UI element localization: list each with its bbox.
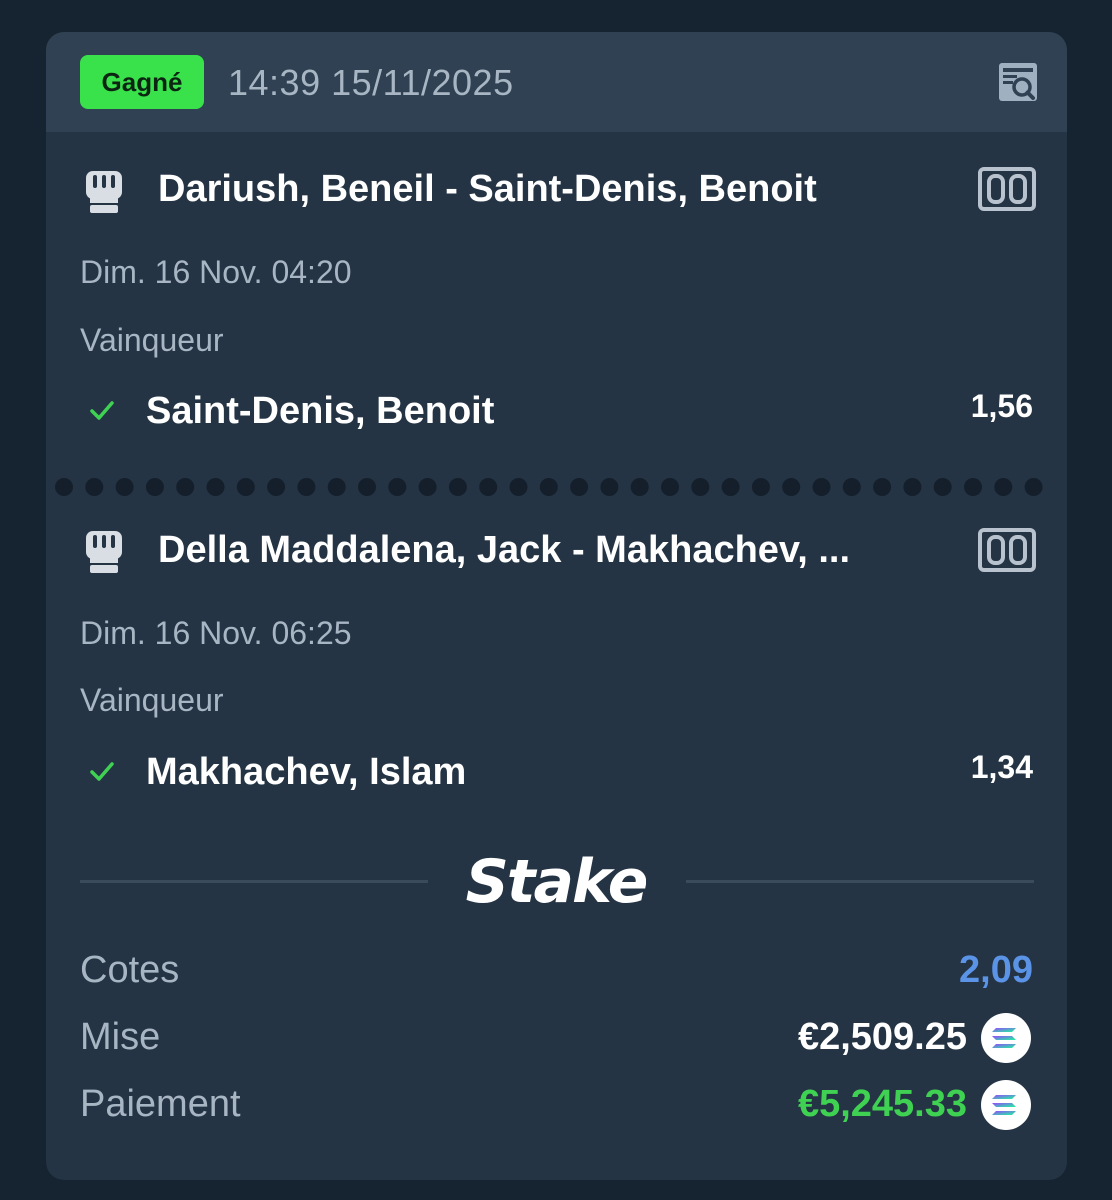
divider-dot (327, 478, 346, 496)
divider-dot (630, 478, 649, 496)
divider-dot (206, 478, 225, 496)
brand-divider-left (80, 880, 428, 883)
divider-dot (236, 478, 255, 496)
solana-icon (981, 1080, 1031, 1130)
divider-dot (509, 478, 528, 496)
divider-dot (55, 478, 73, 496)
divider-dot (388, 478, 407, 496)
svg-text:Stake: Stake (466, 847, 646, 917)
match-title[interactable]: Della Maddalena, Jack - Makhachev, ... (158, 529, 948, 572)
leg-divider (55, 478, 1043, 496)
stake-label: Mise (80, 1016, 161, 1058)
stake-logo: Stake (466, 847, 646, 917)
divider-dot (964, 478, 982, 496)
check-icon (90, 401, 114, 420)
market-name: Vainqueur (80, 682, 224, 718)
check-icon (90, 762, 114, 781)
brand-divider-right (686, 880, 1034, 883)
selection-odds: 1,34 (970, 749, 1033, 785)
match-title[interactable]: Dariush, Beneil - Saint-Denis, Benoit (158, 168, 948, 211)
divider-dot (570, 478, 589, 496)
bet-slip-header: Gagné 14:39 15/11/2025 (46, 32, 1067, 132)
divider-dot (721, 478, 740, 496)
divider-dot (600, 478, 619, 496)
divider-dot (873, 478, 892, 496)
payout-label: Paiement (80, 1083, 241, 1125)
selection-name: Saint-Denis, Benoit (146, 390, 495, 432)
odds-label: Cotes (80, 949, 180, 991)
divider-dot (267, 478, 286, 496)
divider-dot (903, 478, 922, 496)
divider-dot (448, 478, 467, 496)
fist-icon (86, 531, 122, 573)
divider-dot (1024, 478, 1043, 496)
bet-slip-card: Gagné 14:39 15/11/2025 Dariush, Beneil -… (46, 32, 1067, 1180)
receipt-search-icon[interactable] (996, 60, 1040, 104)
selection-name: Makhachev, Islam (146, 751, 467, 793)
divider-dot (691, 478, 710, 496)
payout-amount: €5,245.33 (797, 1083, 967, 1125)
divider-dot (782, 478, 801, 496)
status-badge: Gagné (80, 55, 204, 109)
divider-dot (661, 478, 679, 496)
divider-dot (539, 478, 558, 496)
scoreboard-icon[interactable] (978, 528, 1036, 572)
divider-dot (994, 478, 1013, 496)
divider-dot (145, 478, 164, 496)
market-name: Vainqueur (80, 322, 224, 358)
divider-dot (115, 478, 134, 496)
total-odds-value: 2,09 (959, 949, 1033, 991)
divider-dot (751, 478, 770, 496)
match-date: Dim. 16 Nov. 04:20 (80, 254, 352, 290)
divider-dot (358, 478, 376, 496)
match-date: Dim. 16 Nov. 06:25 (80, 615, 352, 651)
selection-odds: 1,56 (970, 388, 1033, 424)
divider-dot (418, 478, 437, 496)
divider-dot (85, 478, 104, 496)
bet-timestamp: 14:39 15/11/2025 (228, 62, 514, 103)
fist-icon (86, 171, 122, 213)
divider-dot (297, 478, 316, 496)
divider-dot (479, 478, 498, 496)
divider-dot (176, 478, 195, 496)
divider-dot (842, 478, 861, 496)
solana-icon (981, 1013, 1031, 1063)
stake-amount: €2,509.25 (797, 1016, 967, 1058)
divider-dot (933, 478, 952, 496)
scoreboard-icon[interactable] (978, 167, 1036, 211)
divider-dot (812, 478, 831, 496)
